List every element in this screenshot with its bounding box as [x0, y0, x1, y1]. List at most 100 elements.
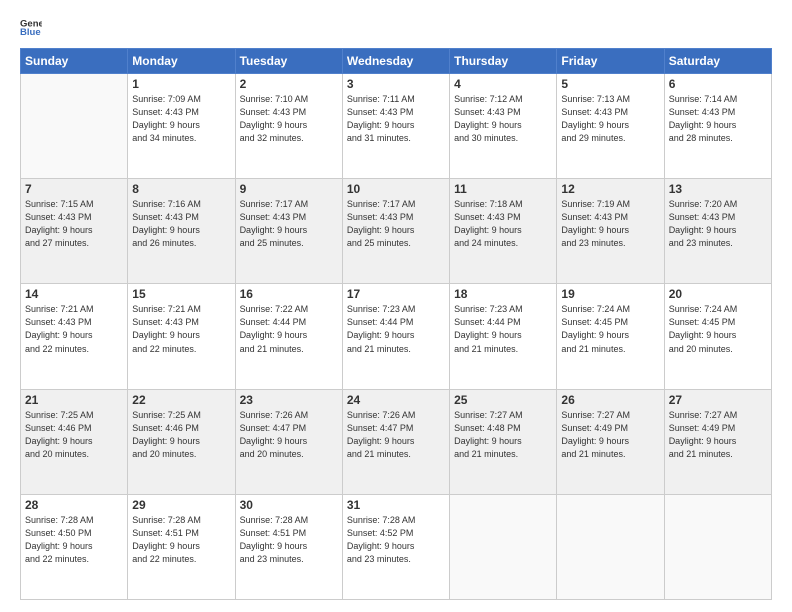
- calendar-cell: 1 Sunrise: 7:09 AMSunset: 4:43 PMDaylight…: [128, 74, 235, 179]
- svg-text:Blue: Blue: [20, 27, 41, 38]
- day-number: 28: [25, 498, 123, 512]
- day-number: 26: [561, 393, 659, 407]
- day-info: Sunrise: 7:14 AMSunset: 4:43 PMDaylight:…: [669, 93, 767, 145]
- day-number: 6: [669, 77, 767, 91]
- day-info: Sunrise: 7:25 AMSunset: 4:46 PMDaylight:…: [132, 409, 230, 461]
- day-info: Sunrise: 7:16 AMSunset: 4:43 PMDaylight:…: [132, 198, 230, 250]
- calendar-cell: 21 Sunrise: 7:25 AMSunset: 4:46 PMDayligh…: [21, 389, 128, 494]
- calendar-cell: 20 Sunrise: 7:24 AMSunset: 4:45 PMDayligh…: [664, 284, 771, 389]
- day-info: Sunrise: 7:26 AMSunset: 4:47 PMDaylight:…: [240, 409, 338, 461]
- day-number: 7: [25, 182, 123, 196]
- calendar-cell: 8 Sunrise: 7:16 AMSunset: 4:43 PMDaylight…: [128, 179, 235, 284]
- day-number: 13: [669, 182, 767, 196]
- calendar-cell: [664, 494, 771, 599]
- calendar-cell: 11Sunrise: 7:18 AMSunset: 4:43 PMDayligh…: [450, 179, 557, 284]
- calendar-cell: 7 Sunrise: 7:15 AMSunset: 4:43 PMDaylight…: [21, 179, 128, 284]
- weekday-header-monday: Monday: [128, 49, 235, 74]
- day-info: Sunrise: 7:23 AMSunset: 4:44 PMDaylight:…: [347, 303, 445, 355]
- day-info: Sunrise: 7:15 AMSunset: 4:43 PMDaylight:…: [25, 198, 123, 250]
- weekday-header-tuesday: Tuesday: [235, 49, 342, 74]
- calendar-table: SundayMondayTuesdayWednesdayThursdayFrid…: [20, 48, 772, 600]
- calendar-cell: 30 Sunrise: 7:28 AMSunset: 4:51 PMDayligh…: [235, 494, 342, 599]
- calendar-cell: 22Sunrise: 7:25 AMSunset: 4:46 PMDayligh…: [128, 389, 235, 494]
- day-info: Sunrise: 7:11 AMSunset: 4:43 PMDaylight:…: [347, 93, 445, 145]
- day-number: 9: [240, 182, 338, 196]
- calendar-cell: 18Sunrise: 7:23 AMSunset: 4:44 PMDayligh…: [450, 284, 557, 389]
- weekday-header-row: SundayMondayTuesdayWednesdayThursdayFrid…: [21, 49, 772, 74]
- day-number: 25: [454, 393, 552, 407]
- day-info: Sunrise: 7:28 AMSunset: 4:51 PMDaylight:…: [240, 514, 338, 566]
- weekday-header-thursday: Thursday: [450, 49, 557, 74]
- calendar-cell: 6 Sunrise: 7:14 AMSunset: 4:43 PMDaylight…: [664, 74, 771, 179]
- calendar-cell: 25 Sunrise: 7:27 AMSunset: 4:48 PMDayligh…: [450, 389, 557, 494]
- day-info: Sunrise: 7:20 AMSunset: 4:43 PMDaylight:…: [669, 198, 767, 250]
- day-info: Sunrise: 7:28 AMSunset: 4:52 PMDaylight:…: [347, 514, 445, 566]
- calendar-cell: 23Sunrise: 7:26 AMSunset: 4:47 PMDayligh…: [235, 389, 342, 494]
- weekday-header-wednesday: Wednesday: [342, 49, 449, 74]
- calendar-cell: 12 Sunrise: 7:19 AMSunset: 4:43 PMDayligh…: [557, 179, 664, 284]
- day-number: 14: [25, 287, 123, 301]
- week-row-2: 7 Sunrise: 7:15 AMSunset: 4:43 PMDaylight…: [21, 179, 772, 284]
- calendar-cell: [557, 494, 664, 599]
- day-info: Sunrise: 7:19 AMSunset: 4:43 PMDaylight:…: [561, 198, 659, 250]
- day-info: Sunrise: 7:23 AMSunset: 4:44 PMDaylight:…: [454, 303, 552, 355]
- day-info: Sunrise: 7:24 AMSunset: 4:45 PMDaylight:…: [669, 303, 767, 355]
- calendar-cell: 15 Sunrise: 7:21 AMSunset: 4:43 PMDayligh…: [128, 284, 235, 389]
- day-info: Sunrise: 7:25 AMSunset: 4:46 PMDaylight:…: [25, 409, 123, 461]
- day-number: 12: [561, 182, 659, 196]
- day-number: 10: [347, 182, 445, 196]
- calendar-cell: [21, 74, 128, 179]
- calendar-cell: [450, 494, 557, 599]
- calendar-cell: 10 Sunrise: 7:17 AMSunset: 4:43 PMDayligh…: [342, 179, 449, 284]
- day-number: 8: [132, 182, 230, 196]
- day-info: Sunrise: 7:24 AMSunset: 4:45 PMDaylight:…: [561, 303, 659, 355]
- day-info: Sunrise: 7:27 AMSunset: 4:49 PMDaylight:…: [561, 409, 659, 461]
- day-number: 2: [240, 77, 338, 91]
- calendar-cell: 26 Sunrise: 7:27 AMSunset: 4:49 PMDayligh…: [557, 389, 664, 494]
- day-number: 1: [132, 77, 230, 91]
- day-number: 5: [561, 77, 659, 91]
- calendar-cell: 9 Sunrise: 7:17 AMSunset: 4:43 PMDaylight…: [235, 179, 342, 284]
- calendar-cell: 2 Sunrise: 7:10 AMSunset: 4:43 PMDaylight…: [235, 74, 342, 179]
- day-info: Sunrise: 7:17 AMSunset: 4:43 PMDaylight:…: [347, 198, 445, 250]
- day-number: 16: [240, 287, 338, 301]
- day-number: 19: [561, 287, 659, 301]
- day-info: Sunrise: 7:26 AMSunset: 4:47 PMDaylight:…: [347, 409, 445, 461]
- weekday-header-sunday: Sunday: [21, 49, 128, 74]
- day-info: Sunrise: 7:28 AMSunset: 4:51 PMDaylight:…: [132, 514, 230, 566]
- week-row-5: 28 Sunrise: 7:28 AMSunset: 4:50 PMDayligh…: [21, 494, 772, 599]
- day-info: Sunrise: 7:17 AMSunset: 4:43 PMDaylight:…: [240, 198, 338, 250]
- logo: General Blue: [20, 16, 42, 38]
- day-info: Sunrise: 7:12 AMSunset: 4:43 PMDaylight:…: [454, 93, 552, 145]
- calendar-cell: 27 Sunrise: 7:27 AMSunset: 4:49 PMDayligh…: [664, 389, 771, 494]
- day-number: 30: [240, 498, 338, 512]
- day-number: 4: [454, 77, 552, 91]
- day-info: Sunrise: 7:10 AMSunset: 4:43 PMDaylight:…: [240, 93, 338, 145]
- page: General Blue SundayMondayTuesdayWednesda…: [0, 0, 792, 612]
- day-number: 20: [669, 287, 767, 301]
- week-row-3: 14 Sunrise: 7:21 AMSunset: 4:43 PMDayligh…: [21, 284, 772, 389]
- weekday-header-saturday: Saturday: [664, 49, 771, 74]
- day-number: 15: [132, 287, 230, 301]
- day-info: Sunrise: 7:28 AMSunset: 4:50 PMDaylight:…: [25, 514, 123, 566]
- calendar-cell: 17 Sunrise: 7:23 AMSunset: 4:44 PMDayligh…: [342, 284, 449, 389]
- calendar-cell: 13 Sunrise: 7:20 AMSunset: 4:43 PMDayligh…: [664, 179, 771, 284]
- day-info: Sunrise: 7:09 AMSunset: 4:43 PMDaylight:…: [132, 93, 230, 145]
- day-info: Sunrise: 7:27 AMSunset: 4:48 PMDaylight:…: [454, 409, 552, 461]
- day-number: 27: [669, 393, 767, 407]
- day-number: 29: [132, 498, 230, 512]
- day-info: Sunrise: 7:22 AMSunset: 4:44 PMDaylight:…: [240, 303, 338, 355]
- day-number: 17: [347, 287, 445, 301]
- day-info: Sunrise: 7:21 AMSunset: 4:43 PMDaylight:…: [25, 303, 123, 355]
- week-row-1: 1 Sunrise: 7:09 AMSunset: 4:43 PMDaylight…: [21, 74, 772, 179]
- calendar-cell: 29 Sunrise: 7:28 AMSunset: 4:51 PMDayligh…: [128, 494, 235, 599]
- day-number: 11: [454, 182, 552, 196]
- day-info: Sunrise: 7:27 AMSunset: 4:49 PMDaylight:…: [669, 409, 767, 461]
- calendar-cell: 16 Sunrise: 7:22 AMSunset: 4:44 PMDayligh…: [235, 284, 342, 389]
- day-info: Sunrise: 7:13 AMSunset: 4:43 PMDaylight:…: [561, 93, 659, 145]
- calendar-cell: 24Sunrise: 7:26 AMSunset: 4:47 PMDayligh…: [342, 389, 449, 494]
- day-info: Sunrise: 7:21 AMSunset: 4:43 PMDaylight:…: [132, 303, 230, 355]
- calendar-cell: 5 Sunrise: 7:13 AMSunset: 4:43 PMDaylight…: [557, 74, 664, 179]
- day-number: 21: [25, 393, 123, 407]
- day-number: 3: [347, 77, 445, 91]
